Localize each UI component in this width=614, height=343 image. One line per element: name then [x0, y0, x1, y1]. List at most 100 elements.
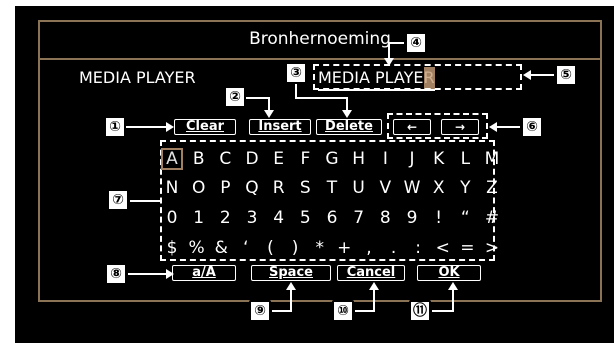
key-1-8[interactable]: V: [374, 177, 396, 199]
callout-8: ⑧: [105, 263, 127, 285]
connector-6: [496, 126, 520, 128]
connector-11: [432, 310, 454, 312]
key-1-12[interactable]: Z: [481, 177, 503, 199]
key-2-4[interactable]: 4: [268, 207, 290, 229]
arrowhead-10: [369, 282, 379, 290]
key-3-12[interactable]: =: [456, 237, 478, 259]
cancel-button-label: Cancel: [346, 265, 396, 280]
key-2-11[interactable]: “: [454, 207, 476, 229]
callout-3: ③: [285, 62, 307, 84]
arrowhead-8: [166, 269, 174, 279]
callout-7: ⑦: [107, 189, 129, 211]
key-1-0[interactable]: N: [161, 177, 183, 199]
delete-button-label: Delete: [325, 119, 373, 134]
callout-9: ⑨: [249, 300, 271, 322]
key-3-6[interactable]: *: [309, 237, 331, 259]
insert-button-label: Insert: [258, 119, 302, 134]
key-1-2[interactable]: P: [214, 177, 236, 199]
callout-5: ⑤: [555, 64, 577, 86]
callout-11: ⑪: [409, 300, 431, 322]
key-1-7[interactable]: U: [348, 177, 370, 199]
key-2-9[interactable]: 9: [401, 207, 423, 229]
key-selected[interactable]: A: [161, 148, 183, 170]
connector-7: [130, 200, 160, 202]
key-3-5[interactable]: ): [284, 237, 306, 259]
arrow-right-icon: →: [454, 120, 466, 134]
key-3-7[interactable]: +: [333, 237, 355, 259]
callout-2: ②: [224, 86, 246, 108]
delete-button[interactable]: Delete: [316, 119, 382, 135]
key-2-8[interactable]: 8: [374, 207, 396, 229]
key-0-12[interactable]: M: [481, 148, 503, 170]
connector-11b: [452, 288, 454, 312]
clear-button[interactable]: Clear: [174, 119, 236, 135]
page-title: Bronhernoeming: [249, 29, 391, 49]
key-1-4[interactable]: R: [268, 177, 290, 199]
key-3-10[interactable]: :: [407, 237, 429, 259]
cancel-button[interactable]: Cancel: [337, 265, 405, 281]
connector-10: [355, 310, 375, 312]
key-0-3[interactable]: D: [241, 148, 263, 170]
insert-button[interactable]: Insert: [249, 119, 311, 135]
key-1-6[interactable]: T: [321, 177, 343, 199]
key-0-11[interactable]: L: [454, 148, 476, 170]
key-0-8[interactable]: I: [374, 148, 396, 170]
name-input-outline: [313, 64, 522, 90]
key-2-7[interactable]: 7: [348, 207, 370, 229]
key-0-5[interactable]: F: [294, 148, 316, 170]
rename-screen: Bronhernoeming MEDIA PLAYER MEDIA PLAYER…: [15, 6, 614, 343]
arrowhead-1: [166, 122, 174, 132]
key-1-1[interactable]: O: [188, 177, 210, 199]
key-3-4[interactable]: (: [259, 237, 281, 259]
source-label: MEDIA PLAYER: [79, 68, 196, 87]
key-1-10[interactable]: X: [428, 177, 450, 199]
arrow-left-icon: ←: [406, 120, 418, 134]
connector-4: [388, 42, 404, 44]
callout-10: ⑩: [332, 300, 354, 322]
key-0-2[interactable]: C: [214, 148, 236, 170]
key-0-4[interactable]: E: [268, 148, 290, 170]
arrowhead-9: [286, 282, 296, 290]
key-2-1[interactable]: 1: [188, 207, 210, 229]
arrowhead-6: [489, 122, 497, 132]
ok-button[interactable]: OK: [417, 265, 481, 281]
key-3-2[interactable]: &: [210, 237, 232, 259]
cursor-left-button[interactable]: ←: [393, 119, 431, 135]
key-2-2[interactable]: 2: [214, 207, 236, 229]
key-3-13[interactable]: >: [481, 237, 503, 259]
space-button[interactable]: Space: [251, 265, 331, 281]
key-1-5[interactable]: S: [294, 177, 316, 199]
key-1-11[interactable]: Y: [454, 177, 476, 199]
key-3-1[interactable]: %: [186, 237, 208, 259]
connector-10b: [373, 288, 375, 312]
key-2-6[interactable]: 6: [321, 207, 343, 229]
key-3-3[interactable]: ‘: [235, 237, 257, 259]
key-3-9[interactable]: .: [383, 237, 405, 259]
key-0-10[interactable]: K: [428, 148, 450, 170]
key-0-6[interactable]: G: [321, 148, 343, 170]
key-2-5[interactable]: 5: [294, 207, 316, 229]
key-3-0[interactable]: $: [161, 237, 183, 259]
key-2-12[interactable]: #: [481, 207, 503, 229]
arrowhead-4: [384, 58, 394, 66]
clear-button-label: Clear: [186, 119, 224, 134]
key-0-7[interactable]: H: [348, 148, 370, 170]
arrowhead-11: [448, 282, 458, 290]
key-0-1[interactable]: B: [188, 148, 210, 170]
key-2-10[interactable]: !: [428, 207, 450, 229]
callout-6: ⑥: [521, 116, 543, 138]
callout-4: ④: [405, 32, 427, 54]
connector-9b: [290, 288, 292, 312]
key-1-9[interactable]: W: [401, 177, 423, 199]
key-0-9[interactable]: J: [401, 148, 423, 170]
key-2-0[interactable]: 0: [161, 207, 183, 229]
key-3-11[interactable]: <: [432, 237, 454, 259]
cursor-right-button[interactable]: →: [441, 119, 479, 135]
case-toggle-button[interactable]: a/A: [172, 265, 236, 281]
connector-5: [530, 74, 554, 76]
case-toggle-label: a/A: [192, 265, 216, 280]
key-2-3[interactable]: 3: [241, 207, 263, 229]
key-1-3[interactable]: Q: [241, 177, 263, 199]
key-3-8[interactable]: ,: [358, 237, 380, 259]
arrowhead-2: [264, 110, 274, 118]
